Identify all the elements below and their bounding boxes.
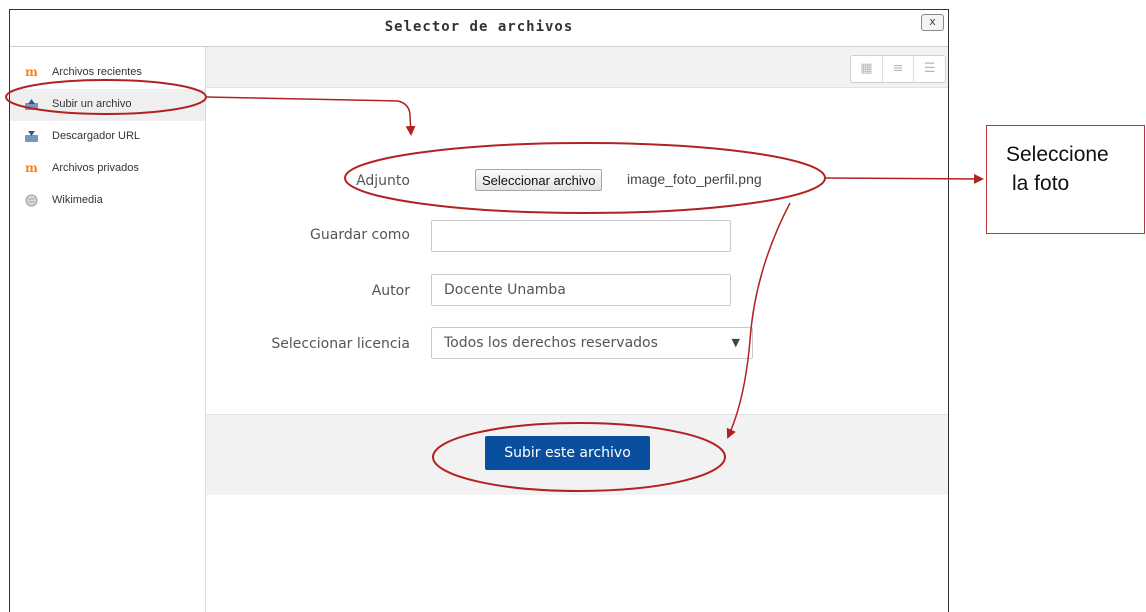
sidebar-item-recent-files[interactable]: m Archivos recientes	[10, 57, 205, 89]
sidebar-item-upload-file[interactable]: Subir un archivo	[10, 89, 205, 121]
sidebar-item-label: Wikimedia	[52, 194, 103, 206]
callout-text-line2: la foto	[1012, 172, 1070, 195]
save-as-field[interactable]	[431, 220, 731, 252]
list-view-icon[interactable]: ≡	[883, 56, 915, 82]
upload-icon	[24, 98, 39, 111]
dialog-title: Selector de archivos	[384, 19, 574, 35]
annotation-callout: Seleccione la foto	[986, 125, 1145, 234]
choose-file-button[interactable]: Seleccionar archivo	[475, 169, 603, 191]
chevron-down-icon: ▼	[731, 336, 740, 349]
sidebar-item-wikimedia[interactable]: Wikimedia	[10, 185, 205, 217]
author-label: Autor	[371, 283, 410, 299]
sidebar-item-label: Archivos privados	[52, 162, 139, 174]
sidebar-item-url-downloader[interactable]: Descargador URL	[10, 121, 205, 153]
moodle-icon: m	[25, 65, 38, 79]
save-as-label: Guardar como	[310, 227, 410, 243]
view-toolbar: ▦ ≡ ☰	[206, 47, 948, 88]
license-select-value: Todos los derechos reservados	[444, 335, 658, 351]
close-button[interactable]: x	[921, 14, 944, 31]
tree-view-icon[interactable]: ☰	[914, 56, 945, 82]
sidebar-item-label: Subir un archivo	[52, 98, 132, 110]
wikimedia-icon	[24, 194, 39, 207]
author-field[interactable]: Docente Unamba	[431, 274, 731, 306]
attachment-label: Adjunto	[356, 173, 410, 189]
file-picker-dialog: Selector de archivos x m Archivos recien…	[9, 9, 949, 612]
sidebar-item-private-files[interactable]: m Archivos privados	[10, 153, 205, 185]
callout-text-line1: Seleccione	[1006, 143, 1109, 166]
selected-file-name: image_foto_perfil.png	[627, 171, 762, 187]
moodle-icon: m	[25, 161, 38, 175]
sidebar-item-label: Descargador URL	[52, 130, 141, 142]
sidebar-item-label: Archivos recientes	[52, 66, 142, 78]
upload-file-button[interactable]: Subir este archivo	[485, 436, 650, 470]
grid-view-icon[interactable]: ▦	[851, 56, 883, 82]
repository-sidebar: m Archivos recientes Subir un archivo De…	[10, 47, 206, 612]
view-switcher: ▦ ≡ ☰	[850, 55, 946, 83]
download-icon	[24, 130, 39, 143]
license-select[interactable]: Todos los derechos reservados ▼	[431, 327, 753, 359]
dialog-titlebar: Selector de archivos x	[10, 10, 948, 47]
license-label: Seleccionar licencia	[271, 336, 410, 352]
